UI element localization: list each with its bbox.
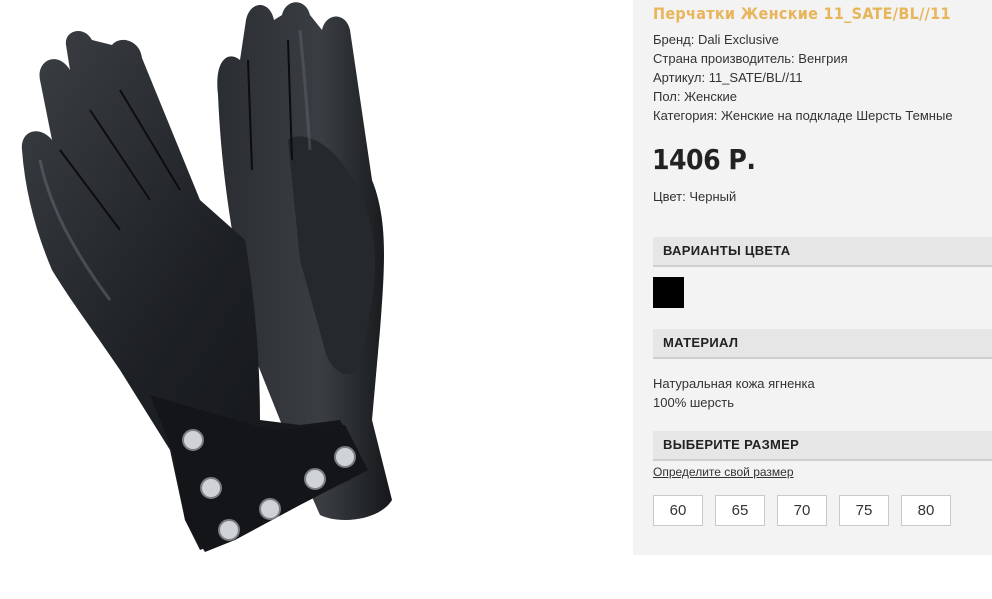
spec-country: Страна производитель: Венгрия [653,51,848,66]
product-price: 1406 Р. [652,143,756,176]
color-swatch-black[interactable] [653,277,684,308]
spec-category: Категория: Женские на подкладе Шерсть Те… [653,108,953,123]
material-line: Натуральная кожа ягненка [653,376,815,391]
spec-article: Артикул: 11_SATE/BL//11 [653,70,803,85]
product-info-panel: Перчатки Женские 11_SATE/BL//11 Бренд: D… [633,0,992,555]
material-description: Натуральная кожа ягненка 100% шерсть [653,374,815,412]
size-button-65[interactable]: 65 [715,495,765,526]
material-header: МАТЕРИАЛ [653,329,992,359]
size-button-60[interactable]: 60 [653,495,703,526]
material-line: 100% шерсть [653,395,734,410]
product-image [0,0,633,555]
size-options: 60 65 70 75 80 [653,495,951,526]
product-specs: Бренд: Dali Exclusive Страна производите… [653,30,953,125]
product-title: Перчатки Женские 11_SATE/BL//11 [653,4,951,23]
size-guide-link[interactable]: Определите свой размер [653,465,794,479]
spec-brand: Бренд: Dali Exclusive [653,32,779,47]
size-header: ВЫБЕРИТЕ РАЗМЕР [653,431,992,461]
size-button-70[interactable]: 70 [777,495,827,526]
product-color: Цвет: Черный [653,189,737,204]
gloves-photo [21,2,392,552]
size-button-75[interactable]: 75 [839,495,889,526]
size-button-80[interactable]: 80 [901,495,951,526]
spec-gender: Пол: Женские [653,89,738,104]
color-variants-header: ВАРИАНТЫ ЦВЕТА [653,237,992,267]
